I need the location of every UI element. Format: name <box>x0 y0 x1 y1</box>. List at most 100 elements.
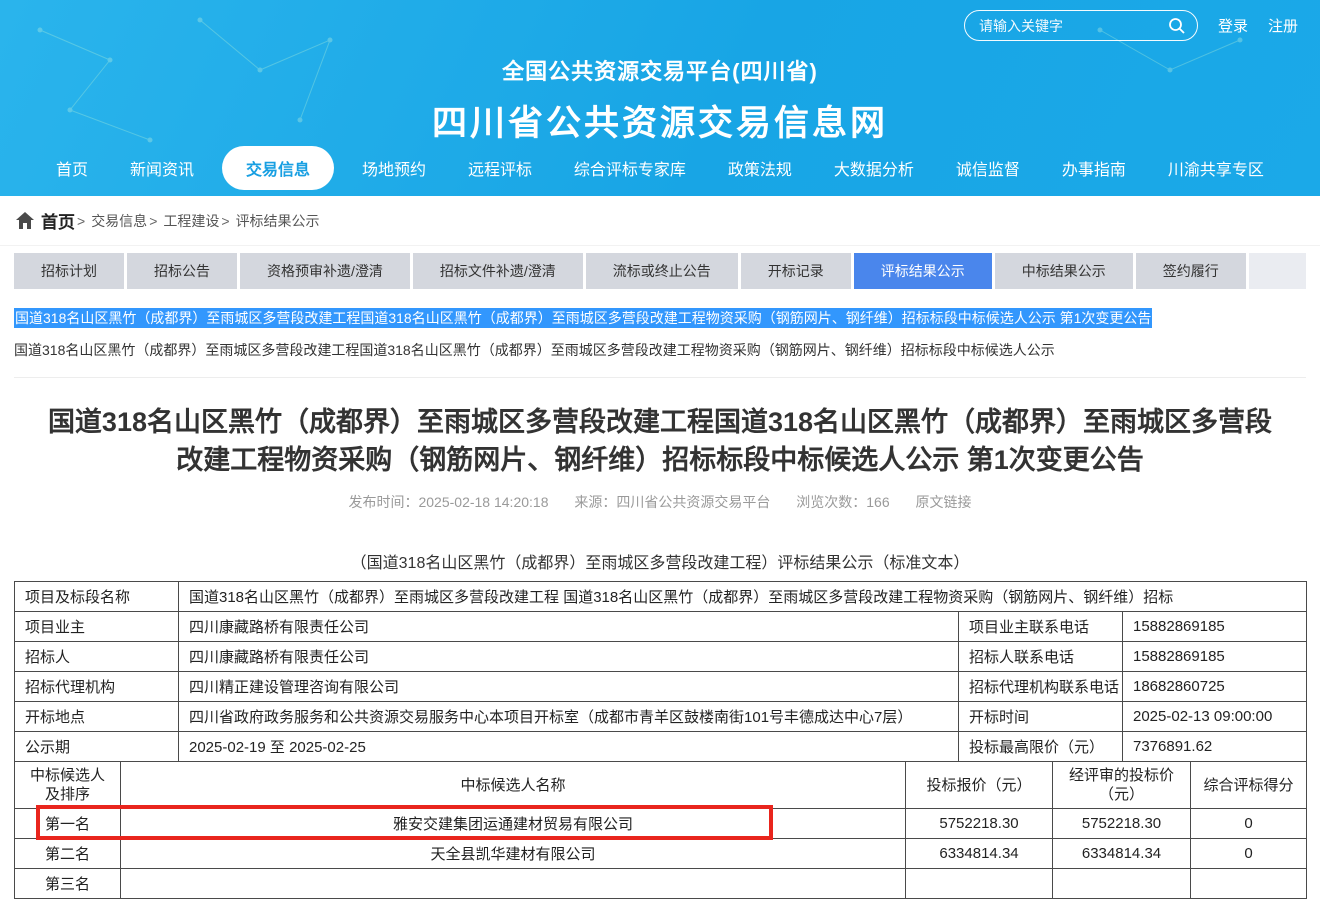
nav-item-chuanyu-zone[interactable]: 川渝共享专区 <box>1154 146 1278 190</box>
column-header-name: 中标候选人名称 <box>121 762 906 809</box>
tab-bidding-plan[interactable]: 招标计划 <box>14 253 124 289</box>
candidate-row-first: 第一名 雅安交建集团运通建材贸易有限公司 5752218.30 5752218.… <box>15 809 1307 839</box>
nav-item-home[interactable]: 首页 <box>42 146 102 190</box>
detail-label: 招标人联系电话 <box>959 642 1123 672</box>
page: 登录 注册 全国公共资源交易平台(四川省) 四川省公共资源交易信息网 首页 新闻… <box>0 0 1320 899</box>
tab-bidding-announcement[interactable]: 招标公告 <box>127 253 237 289</box>
breadcrumb-separator: > <box>77 213 85 229</box>
detail-value: 四川康藏路桥有限责任公司 <box>179 642 959 672</box>
site-subtitle: 全国公共资源交易平台(四川省) <box>0 54 1320 86</box>
detail-label: 公示期 <box>15 732 179 762</box>
detail-label: 项目及标段名称 <box>15 582 179 612</box>
original-link[interactable]: 原文链接 <box>916 494 972 510</box>
candidate-score <box>1191 869 1307 899</box>
home-icon[interactable] <box>16 212 34 229</box>
nav-item-news[interactable]: 新闻资讯 <box>116 146 208 190</box>
candidate-score: 0 <box>1191 839 1307 869</box>
breadcrumb-home[interactable]: 首页 <box>41 208 75 233</box>
column-header-rank: 中标候选人及排序 <box>15 762 121 809</box>
nav-item-guide[interactable]: 办事指南 <box>1048 146 1140 190</box>
candidate-score: 0 <box>1191 809 1307 839</box>
candidate-bid: 6334814.34 <box>906 839 1053 869</box>
search-box <box>964 10 1198 41</box>
nav-item-policies[interactable]: 政策法规 <box>714 146 806 190</box>
breadcrumb-trade-info[interactable]: 交易信息 <box>91 211 147 231</box>
candidate-name: 天全县凯华建材有限公司 <box>121 839 906 869</box>
table-row: 项目业主 四川康藏路桥有限责任公司 项目业主联系电话 15882869185 <box>15 612 1307 642</box>
site-header: 登录 注册 全国公共资源交易平台(四川省) 四川省公共资源交易信息网 首页 新闻… <box>0 0 1320 196</box>
section-divider <box>14 377 1306 378</box>
table-caption: （国道318名山区黑竹（成都界）至雨城区多营段改建工程）评标结果公示（标准文本） <box>0 549 1320 573</box>
candidate-evaluated-bid: 5752218.30 <box>1053 809 1191 839</box>
nav-item-venue-booking[interactable]: 场地预约 <box>348 146 440 190</box>
candidate-row-third: 第三名 <box>15 869 1307 899</box>
detail-label: 招标人 <box>15 642 179 672</box>
detail-value: 15882869185 <box>1123 642 1307 672</box>
nav-item-expert-pool[interactable]: 综合评标专家库 <box>560 146 700 190</box>
detail-label: 开标地点 <box>15 702 179 732</box>
detail-label: 项目业主联系电话 <box>959 612 1123 642</box>
table-row: 开标地点 四川省政府政务服务和公共资源交易服务中心本项目开标室（成都市青羊区鼓楼… <box>15 702 1307 732</box>
detail-value: 四川省政府政务服务和公共资源交易服务中心本项目开标室（成都市青羊区鼓楼南街101… <box>179 702 959 732</box>
login-link[interactable]: 登录 <box>1218 15 1248 36</box>
detail-label: 招标代理机构联系电话 <box>959 672 1123 702</box>
tab-contract-performance[interactable]: 签约履行 <box>1136 253 1246 289</box>
page-title: 国道318名山区黑竹（成都界）至雨城区多营段改建工程国道318名山区黑竹（成都界… <box>30 403 1290 479</box>
detail-value: 2025-02-19 至 2025-02-25 <box>179 732 959 762</box>
breadcrumb-separator: > <box>221 213 229 229</box>
site-title: 四川省公共资源交易信息网 <box>0 95 1320 146</box>
table-row: 招标人 四川康藏路桥有限责任公司 招标人联系电话 15882869185 <box>15 642 1307 672</box>
detail-label: 招标代理机构 <box>15 672 179 702</box>
main-nav: 首页 新闻资讯 交易信息 场地预约 远程评标 综合评标专家库 政策法规 大数据分… <box>0 145 1320 191</box>
candidate-name <box>121 869 906 899</box>
source: 来源：四川省公共资源交易平台 <box>574 494 770 510</box>
candidate-rank: 第一名 <box>15 809 121 839</box>
detail-value: 四川精正建设管理咨询有限公司 <box>179 672 959 702</box>
page-title-line2: 改建工程物资采购（钢筋网片、钢纤维）招标标段中标候选人公示 第1次变更公告 <box>30 441 1290 479</box>
selected-text: 国道318名山区黑竹（成都界）至雨城区多营段改建工程国道318名山区黑竹（成都界… <box>14 308 1152 328</box>
list-item[interactable]: 国道318名山区黑竹（成都界）至雨城区多营段改建工程国道318名山区黑竹（成都界… <box>14 340 1306 361</box>
candidate-row-second: 第二名 天全县凯华建材有限公司 6334814.34 6334814.34 0 <box>15 839 1307 869</box>
project-detail-table: 项目及标段名称 国道318名山区黑竹（成都界）至雨城区多营段改建工程 国道318… <box>14 581 1307 762</box>
search-input[interactable] <box>979 18 1167 34</box>
breadcrumb-evaluation-result[interactable]: 评标结果公示 <box>236 211 320 231</box>
article-meta: 发布时间：2025-02-18 14:20:18 来源：四川省公共资源交易平台 … <box>0 492 1320 512</box>
detail-value: 四川康藏路桥有限责任公司 <box>179 612 959 642</box>
column-header-score: 综合评标得分 <box>1191 762 1307 809</box>
list-item-selected[interactable]: 国道318名山区黑竹（成都界）至雨城区多营段改建工程国道318名山区黑竹（成都界… <box>14 308 1306 329</box>
nav-item-trade-info[interactable]: 交易信息 <box>222 146 334 190</box>
column-header-evaluated-bid: 经评审的投标价（元） <box>1053 762 1191 809</box>
candidate-bid <box>906 869 1053 899</box>
tab-failed-or-terminated[interactable]: 流标或终止公告 <box>586 253 738 289</box>
column-header-bid: 投标报价（元） <box>906 762 1053 809</box>
candidate-name: 雅安交建集团运通建材贸易有限公司 <box>121 809 906 839</box>
page-title-line1: 国道318名山区黑竹（成都界）至雨城区多营段改建工程国道318名山区黑竹（成都界… <box>30 403 1290 441</box>
detail-label: 开标时间 <box>959 702 1123 732</box>
breadcrumb-engineering[interactable]: 工程建设 <box>163 211 219 231</box>
breadcrumb: 首页 > 交易信息 > 工程建设 > 评标结果公示 <box>0 196 1320 246</box>
detail-value: 国道318名山区黑竹（成都界）至雨城区多营段改建工程 国道318名山区黑竹（成都… <box>179 582 1307 612</box>
candidate-evaluated-bid: 6334814.34 <box>1053 839 1191 869</box>
nav-item-remote-evaluation[interactable]: 远程评标 <box>454 146 546 190</box>
tab-strip-filler <box>1249 253 1306 289</box>
tab-prequalification-addendum[interactable]: 资格预审补遗/澄清 <box>240 253 410 289</box>
tab-winning-result[interactable]: 中标结果公示 <box>995 253 1133 289</box>
detail-label: 项目业主 <box>15 612 179 642</box>
tab-evaluation-result[interactable]: 评标结果公示 <box>854 253 992 289</box>
topbar: 登录 注册 <box>964 10 1298 41</box>
detail-value: 2025-02-13 09:00:00 <box>1123 702 1307 732</box>
candidate-bid: 5752218.30 <box>906 809 1053 839</box>
nav-item-integrity[interactable]: 诚信监督 <box>942 146 1034 190</box>
candidate-header-row: 中标候选人及排序 中标候选人名称 投标报价（元） 经评审的投标价（元） 综合评标… <box>15 762 1307 809</box>
category-tabs: 招标计划 招标公告 资格预审补遗/澄清 招标文件补遗/澄清 流标或终止公告 开标… <box>14 253 1306 289</box>
register-link[interactable]: 注册 <box>1268 15 1298 36</box>
view-count: 浏览次数：166 <box>796 494 889 510</box>
candidate-evaluated-bid <box>1053 869 1191 899</box>
search-icon[interactable] <box>1167 16 1187 36</box>
breadcrumb-separator: > <box>149 213 157 229</box>
nav-item-big-data[interactable]: 大数据分析 <box>820 146 928 190</box>
candidate-rank: 第二名 <box>15 839 121 869</box>
detail-value: 18682860725 <box>1123 672 1307 702</box>
tab-bid-opening-record[interactable]: 开标记录 <box>741 253 851 289</box>
tab-bid-document-addendum[interactable]: 招标文件补遗/澄清 <box>413 253 583 289</box>
